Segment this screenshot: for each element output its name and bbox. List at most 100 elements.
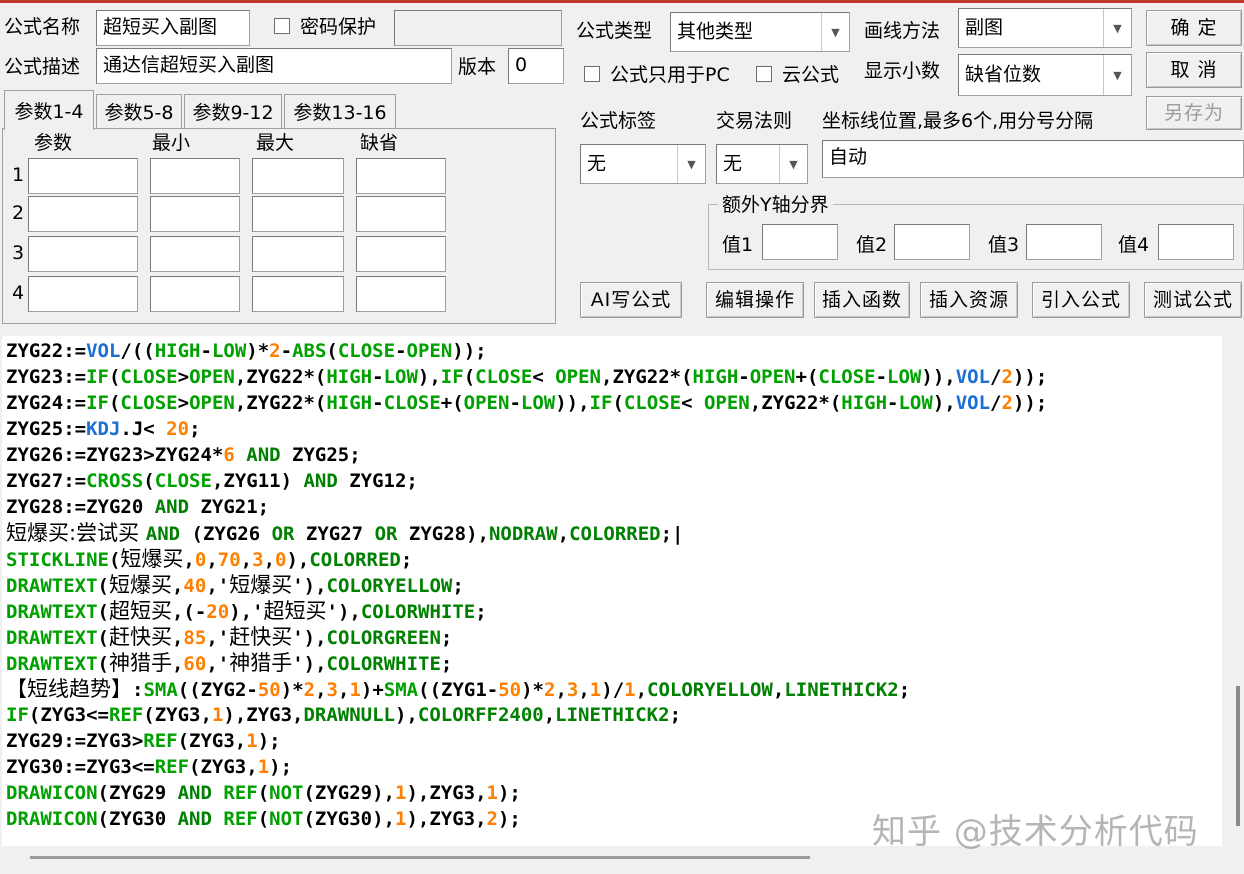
code-token: < (681, 392, 704, 414)
code-token: ,' (206, 575, 230, 597)
code-line[interactable]: ZYG25:=KDJ.J< 20; (6, 416, 201, 442)
pc-only-checkbox[interactable] (584, 66, 600, 82)
code-line[interactable]: ZYG22:=VOL/((HIGH-LOW)*2-ABS(CLOSE-OPEN)… (6, 338, 487, 364)
ok-button[interactable]: 确 定 (1146, 10, 1242, 46)
code-line[interactable]: DRAWTEXT(神猎手,60,'神猎手'),COLORWHITE; (6, 650, 452, 676)
ai-formula-button[interactable]: AI写公式 (580, 282, 682, 318)
param-4-max-input[interactable] (252, 276, 344, 312)
code-token: - (372, 392, 384, 414)
code-line[interactable]: ZYG24:=IF(CLOSE>OPEN,ZYG22*(HIGH-CLOSE+(… (6, 390, 1047, 416)
code-token: ),ZYG3, (223, 704, 304, 726)
version-input[interactable]: 0 (508, 48, 564, 84)
code-line[interactable]: DRAWICON(ZYG29 AND REF(NOT(ZYG29),1),ZYG… (6, 780, 521, 806)
param-3-max-input[interactable] (252, 236, 344, 272)
formula-desc-input[interactable]: 通达信超短买入副图 (96, 48, 452, 84)
param-2-max-input[interactable] (252, 196, 344, 232)
insert-function-button[interactable]: 插入函数 (814, 282, 910, 318)
param-3-default-input[interactable] (356, 236, 446, 272)
param-4-name-input[interactable] (28, 276, 138, 312)
cloud-formula-checkbox[interactable] (756, 66, 772, 82)
tab-params-9-12[interactable]: 参数9-12 (184, 94, 282, 128)
y-value-4-input[interactable] (1158, 224, 1234, 260)
code-token: ,ZYG22*( (601, 366, 693, 388)
code-token: ), (932, 392, 956, 414)
code-line[interactable]: 短爆买:尝试买 AND (ZYG26 OR ZYG27 OR ZYG28),NO… (6, 520, 683, 546)
code-token: ZYG24:= (6, 392, 87, 414)
edit-operation-button[interactable]: 编辑操作 (706, 282, 804, 318)
chevron-down-icon[interactable]: ▼ (1103, 9, 1131, 47)
code-line[interactable]: DRAWTEXT(短爆买,40,'短爆买'),COLORYELLOW; (6, 572, 464, 598)
code-line[interactable]: STICKLINE(短爆买,0,70,3,0),COLORRED; (6, 546, 412, 572)
password-input[interactable] (394, 10, 562, 46)
code-token: , (578, 679, 590, 701)
formula-name-input[interactable]: 超短买入副图 (96, 10, 250, 46)
version-label: 版本 (458, 56, 497, 78)
code-line[interactable]: ZYG27:=CROSS(CLOSE,ZYG11) AND ZYG12; (6, 468, 418, 494)
code-token: 1 (349, 679, 361, 701)
param-4-min-input[interactable] (150, 276, 240, 312)
param-header-name: 参数 (34, 132, 73, 154)
insert-resource-button[interactable]: 插入资源 (920, 282, 1018, 318)
code-line[interactable]: 【短线趋势】:SMA((ZYG2-50)*2,3,1)+SMA((ZYG1-50… (6, 676, 910, 702)
tab-params-5-8[interactable]: 参数5-8 (96, 94, 182, 128)
code-line[interactable]: DRAWTEXT(赶快买,85,'赶快买'),COLORGREEN; (6, 624, 452, 650)
code-line[interactable]: ZYG26:=ZYG23>ZYG24*6 AND ZYG25; (6, 442, 361, 468)
param-1-min-input[interactable] (150, 158, 240, 194)
param-2-default-input[interactable] (356, 196, 446, 232)
code-token: 赶快买 (229, 625, 293, 649)
code-line[interactable]: DRAWTEXT(超短买,(-20),'超短买'),COLORWHITE; (6, 598, 487, 624)
code-token: REF (223, 808, 258, 830)
code-editor[interactable]: ZYG22:=VOL/((HIGH-LOW)*2-ABS(CLOSE-OPEN)… (2, 336, 1222, 846)
code-token: OR (374, 523, 398, 545)
y-value-3-input[interactable] (1026, 224, 1102, 260)
draw-method-select[interactable]: 副图 ▼ (958, 8, 1132, 48)
code-line[interactable]: ZYG30:=ZYG3<=REF(ZYG3,1); (6, 754, 292, 780)
trade-rule-select[interactable]: 无 ▼ (716, 144, 808, 184)
code-token: )), (921, 366, 956, 388)
param-4-default-input[interactable] (356, 276, 446, 312)
chevron-down-icon[interactable]: ▼ (821, 13, 849, 51)
code-line[interactable]: DRAWICON(ZYG30 AND REF(NOT(ZYG30),1),ZYG… (6, 806, 521, 832)
y-value-2-input[interactable] (894, 224, 970, 260)
chevron-down-icon[interactable]: ▼ (779, 145, 807, 183)
vertical-scrollbar[interactable] (1236, 686, 1240, 826)
code-line[interactable]: ZYG28:=ZYG20 AND ZYG21; (6, 494, 269, 520)
code-token: 1 (486, 782, 498, 804)
code-token: OPEN (189, 392, 235, 414)
import-formula-button[interactable]: 引入公式 (1032, 282, 1130, 318)
tab-params-13-16[interactable]: 参数13-16 (284, 94, 396, 128)
param-1-max-input[interactable] (252, 158, 344, 194)
password-checkbox[interactable] (274, 18, 290, 34)
code-token: 短爆买 (229, 573, 293, 597)
decimals-select[interactable]: 缺省位数 ▼ (958, 54, 1132, 96)
tab-params-1-4[interactable]: 参数1-4 (4, 90, 94, 130)
chevron-down-icon[interactable]: ▼ (1103, 55, 1131, 95)
param-2-min-input[interactable] (150, 196, 240, 232)
param-3-min-input[interactable] (150, 236, 240, 272)
param-2-name-input[interactable] (28, 196, 138, 232)
code-line[interactable]: ZYG23:=IF(CLOSE>OPEN,ZYG22*(HIGH-LOW),IF… (6, 364, 1047, 390)
param-1-default-input[interactable] (356, 158, 446, 194)
code-token: COLORWHITE (360, 601, 476, 623)
code-token: ( (97, 653, 109, 675)
param-3-name-input[interactable] (28, 236, 138, 272)
code-token: LINETHICK2 (555, 704, 670, 726)
coord-line-input[interactable]: 自动 (822, 140, 1244, 178)
chevron-down-icon[interactable]: ▼ (677, 145, 705, 183)
y-value-1-input[interactable] (762, 224, 838, 260)
code-token: OPEN (555, 366, 601, 388)
param-1-name-input[interactable] (28, 158, 138, 194)
cancel-button[interactable]: 取 消 (1146, 52, 1242, 88)
code-line[interactable]: IF(ZYG3<=REF(ZYG3,1),ZYG3,DRAWNULL),COLO… (6, 702, 681, 728)
code-token: CLOSE (120, 392, 178, 414)
code-token: ZYG28), (397, 523, 489, 545)
formula-tag-select[interactable]: 无 ▼ (580, 144, 706, 184)
save-as-button[interactable]: 另存为 (1146, 96, 1242, 130)
formula-name-label: 公式名称 (4, 16, 81, 38)
code-line[interactable]: ZYG29:=ZYG3>REF(ZYG3,1); (6, 728, 281, 754)
horizontal-scrollbar[interactable] (30, 856, 810, 859)
formula-type-select[interactable]: 其他类型 ▼ (670, 12, 850, 52)
code-token: LOW (211, 340, 247, 362)
test-formula-button[interactable]: 测试公式 (1144, 282, 1242, 318)
